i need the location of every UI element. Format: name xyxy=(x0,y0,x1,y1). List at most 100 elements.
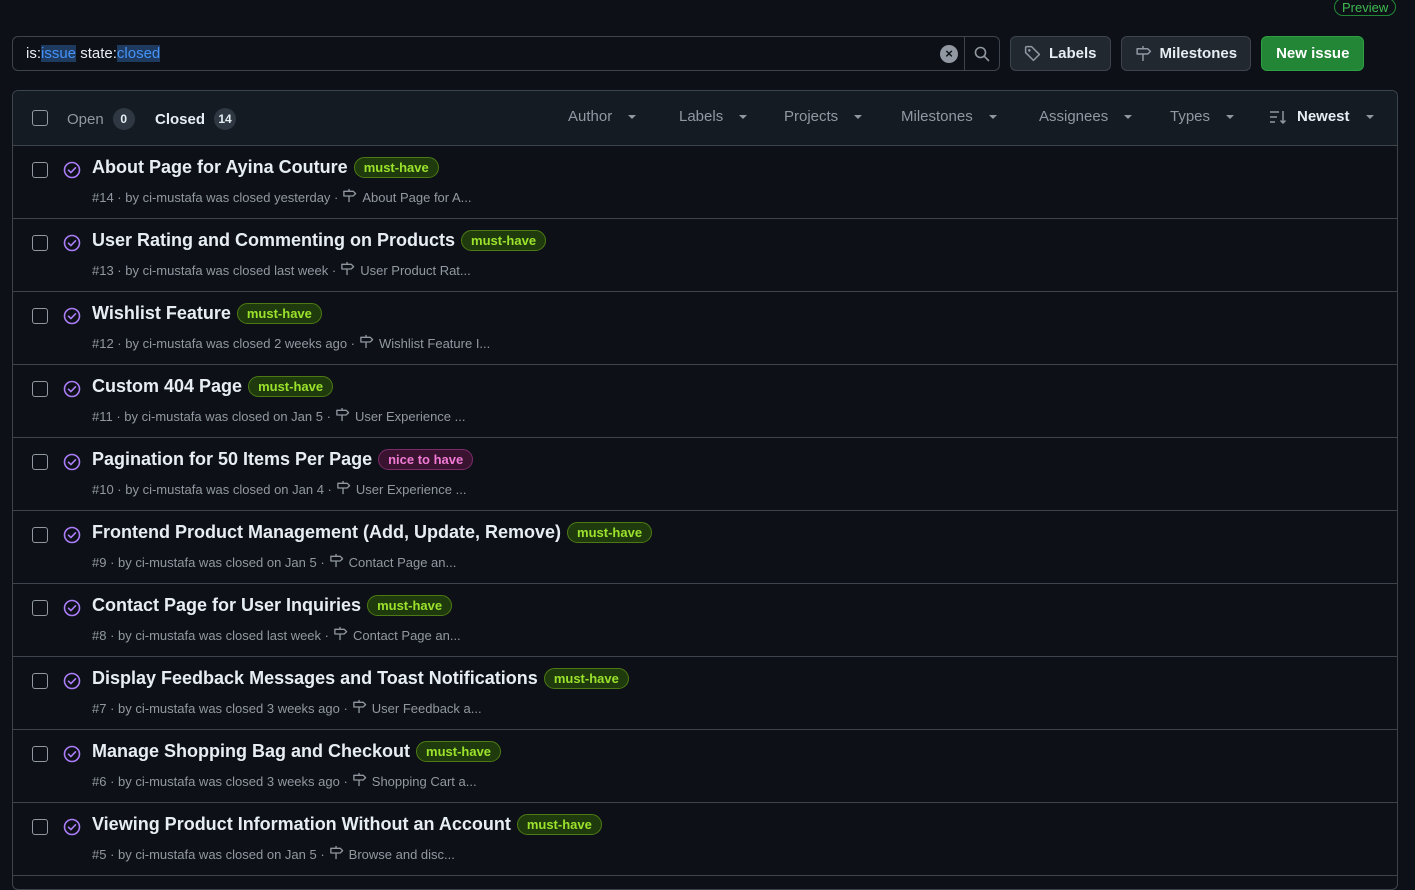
milestone-icon xyxy=(341,188,358,206)
issue-milestone-link[interactable]: Browse and disc... xyxy=(349,847,455,862)
filter-milestones-label: Milestones xyxy=(901,108,973,125)
issues-list: Open 0 Closed 14 Author Labels Projects … xyxy=(12,90,1398,890)
tag-icon xyxy=(1024,45,1041,62)
issue-checkbox[interactable] xyxy=(32,527,48,543)
issue-label-badge[interactable]: must-have xyxy=(543,668,629,689)
issue-title-link[interactable]: Contact Page for User Inquiries xyxy=(92,595,361,616)
issue-checkbox[interactable] xyxy=(32,381,48,397)
issue-checkbox[interactable] xyxy=(32,673,48,689)
issue-closed-icon xyxy=(63,526,81,549)
issue-title-link[interactable]: Pagination for 50 Items Per Page xyxy=(92,449,372,470)
milestone-icon xyxy=(335,480,352,498)
issue-meta: #10 · by ci-mustafa was closed on Jan 4 … xyxy=(92,480,466,498)
issue-meta-text: #13 · by ci-mustafa was closed last week… xyxy=(92,262,337,278)
preview-badge[interactable]: Preview xyxy=(1334,0,1397,16)
issue-checkbox[interactable] xyxy=(32,600,48,616)
milestone-icon xyxy=(358,334,375,352)
issue-title-link[interactable]: User Rating and Commenting on Products xyxy=(92,230,455,251)
issue-label-badge[interactable]: must-have xyxy=(516,814,602,835)
search-query[interactable]: is:issue state:closed xyxy=(13,45,940,62)
sort-label: Newest xyxy=(1297,108,1350,125)
issue-row[interactable]: User Rating and Commenting on Products mu… xyxy=(13,219,1397,292)
filter-projects[interactable]: Projects xyxy=(784,108,863,125)
issue-milestone-link[interactable]: User Product Rat... xyxy=(360,263,471,278)
issue-milestone-link[interactable]: Shopping Cart a... xyxy=(372,774,477,789)
issue-meta: #9 · by ci-mustafa was closed on Jan 5 ·… xyxy=(92,553,456,571)
filter-labels[interactable]: Labels xyxy=(679,108,748,125)
issue-title-link[interactable]: Frontend Product Management (Add, Update… xyxy=(92,522,561,543)
issue-title-link[interactable]: Viewing Product Information Without an A… xyxy=(92,814,511,835)
issue-checkbox[interactable] xyxy=(32,819,48,835)
issue-closed-icon xyxy=(63,818,81,841)
issue-row[interactable]: Contact Page for User Inquiries must-have… xyxy=(13,584,1397,657)
issue-title-link[interactable]: Manage Shopping Bag and Checkout xyxy=(92,741,410,762)
issue-row[interactable]: Viewing Product Information Without an A… xyxy=(13,803,1397,876)
issue-title-link[interactable]: Custom 404 Page xyxy=(92,376,242,397)
issue-label-badge[interactable]: must-have xyxy=(236,303,322,324)
issue-row[interactable]: Frontend Product Management (Add, Update… xyxy=(13,511,1397,584)
issue-row[interactable]: Display Feedback Messages and Toast Noti… xyxy=(13,657,1397,730)
issue-title-link[interactable]: About Page for Ayina Couture xyxy=(92,157,348,178)
issue-row[interactable]: About Page for Ayina Couture must-have #14… xyxy=(13,146,1397,219)
milestone-icon xyxy=(351,772,368,790)
issues-toolbar: is:issue state:closed × Labels Milestone… xyxy=(12,36,1398,72)
chevron-down-icon xyxy=(628,114,637,119)
filter-milestones[interactable]: Milestones xyxy=(901,108,997,125)
issue-closed-icon xyxy=(63,380,81,403)
issue-label-badge[interactable]: must-have xyxy=(567,522,653,543)
search-input[interactable]: is:issue state:closed × xyxy=(12,36,1000,71)
tab-open-label: Open xyxy=(67,110,104,128)
filter-types[interactable]: Types xyxy=(1170,108,1235,125)
issue-checkbox[interactable] xyxy=(32,308,48,324)
clear-search-icon[interactable]: × xyxy=(940,44,958,63)
issues-list-header: Open 0 Closed 14 Author Labels Projects … xyxy=(13,91,1397,146)
issue-row[interactable]: Custom 404 Page must-have #11 · by ci-must… xyxy=(13,365,1397,438)
filter-author[interactable]: Author xyxy=(568,108,637,125)
sort-newest[interactable]: Newest xyxy=(1269,108,1374,125)
issue-meta-text: #7 · by ci-mustafa was closed 3 weeks ag… xyxy=(92,700,348,716)
milestones-button[interactable]: Milestones xyxy=(1120,36,1252,71)
labels-button[interactable]: Labels xyxy=(1010,36,1111,71)
select-all-checkbox[interactable] xyxy=(32,110,48,126)
issue-row[interactable]: Wishlist Feature must-have #12 · by ci-mus… xyxy=(13,292,1397,365)
issue-milestone-link[interactable]: User Feedback a... xyxy=(372,701,482,716)
filter-labels-label: Labels xyxy=(679,108,724,125)
issue-meta: #11 · by ci-mustafa was closed on Jan 5 … xyxy=(92,407,465,425)
issue-milestone-link[interactable]: About Page for A... xyxy=(362,190,471,205)
issue-label-badge[interactable]: must-have xyxy=(248,376,334,397)
issue-title-link[interactable]: Wishlist Feature xyxy=(92,303,231,324)
issue-checkbox[interactable] xyxy=(32,746,48,762)
closed-count-badge: 14 xyxy=(214,108,237,130)
search-prefix-state: state: xyxy=(76,45,117,62)
issue-row[interactable]: Pagination for 50 Items Per Page nice to … xyxy=(13,438,1397,511)
issue-meta-text: #11 · by ci-mustafa was closed on Jan 5 … xyxy=(92,408,331,424)
issue-title-link[interactable]: Display Feedback Messages and Toast Noti… xyxy=(92,668,538,689)
milestone-icon xyxy=(332,626,349,644)
issue-label-badge[interactable]: must-have xyxy=(353,157,439,178)
issue-label-badge[interactable]: must-have xyxy=(461,230,547,251)
issue-meta: #13 · by ci-mustafa was closed last week… xyxy=(92,261,471,279)
chevron-down-icon xyxy=(854,114,863,119)
issue-title-line: Display Feedback Messages and Toast Noti… xyxy=(92,668,629,689)
issue-label-badge[interactable]: nice to have xyxy=(378,449,474,470)
filter-assignees[interactable]: Assignees xyxy=(1039,108,1133,125)
issue-label-badge[interactable]: must-have xyxy=(416,741,502,762)
issue-label-badge[interactable]: must-have xyxy=(367,595,453,616)
issue-milestone-link[interactable]: Contact Page an... xyxy=(353,628,461,643)
issue-checkbox[interactable] xyxy=(32,162,48,178)
new-issue-button[interactable]: New issue xyxy=(1261,36,1365,71)
issue-milestone-link[interactable]: User Experience ... xyxy=(356,482,467,497)
issue-checkbox[interactable] xyxy=(32,235,48,251)
issue-milestone-link[interactable]: User Experience ... xyxy=(355,409,466,424)
search-button[interactable] xyxy=(964,37,999,70)
search-icon xyxy=(974,46,990,61)
milestone-icon xyxy=(328,553,345,571)
issue-milestone-link[interactable]: Contact Page an... xyxy=(349,555,457,570)
issue-milestone-link[interactable]: Wishlist Feature I... xyxy=(379,336,490,351)
tab-open[interactable]: Open 0 xyxy=(67,108,135,130)
issue-checkbox[interactable] xyxy=(32,454,48,470)
issue-row[interactable]: Manage Shopping Bag and Checkout must-hav… xyxy=(13,730,1397,803)
issue-closed-icon xyxy=(63,234,81,257)
tab-closed[interactable]: Closed 14 xyxy=(155,108,237,130)
issue-meta: #7 · by ci-mustafa was closed 3 weeks ag… xyxy=(92,699,482,717)
